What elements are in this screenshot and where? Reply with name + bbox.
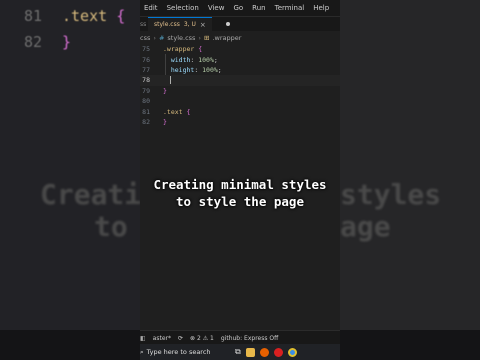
background-line-number: 82 (23, 33, 42, 51)
background-caption-left-2: to s (94, 210, 140, 243)
file-explorer-icon[interactable] (245, 347, 255, 357)
code-line[interactable]: 80 (140, 96, 340, 106)
code-line[interactable]: 75 .wrapper { (140, 44, 340, 54)
caption-line-1: Creating minimal styles (153, 177, 327, 192)
line-number: 78 (142, 76, 150, 85)
background-caption-left-1: Creati (40, 178, 140, 211)
line-number: 82 (142, 117, 150, 126)
background-left: 81 .text { 82} Creati to s (0, 0, 140, 360)
line-number: 77 (142, 65, 150, 74)
tab-bar: ss style.css 3, U × (140, 17, 340, 31)
previous-tab-label[interactable]: ss (140, 17, 148, 31)
selector-icon: ⊞ (204, 34, 210, 42)
code-token: { (198, 45, 203, 54)
code-token: 100% (198, 55, 214, 64)
chevron-right-icon: › (198, 34, 202, 42)
code-token: ; (217, 65, 222, 74)
close-icon[interactable]: × (200, 21, 206, 29)
menu-view[interactable]: View (208, 4, 225, 12)
tab-status: 3, U (183, 21, 196, 28)
background-taskbar-left (0, 330, 140, 360)
unsaved-dot-icon (225, 22, 230, 26)
caption-line-2: to style the page (176, 194, 304, 209)
code-token: } (163, 117, 167, 126)
line-number: 81 (142, 107, 150, 116)
background-caption-right-2: age (340, 210, 391, 243)
code-line[interactable]: 82} (140, 117, 340, 127)
code-token: : (190, 55, 199, 64)
background-line-number: 81 (23, 7, 42, 25)
search-icon: ⌕ (140, 347, 144, 356)
tab-style-css[interactable]: style.css 3, U × (148, 17, 212, 31)
code-token: .wrapper (163, 45, 199, 54)
opera-icon[interactable] (273, 347, 283, 357)
background-brace: } (62, 33, 72, 51)
css-file-icon: # (158, 34, 165, 42)
sync-icon[interactable]: ⟳ (178, 335, 183, 342)
menu-edit[interactable]: Edit (144, 4, 158, 12)
status-bar: ◧ aster* ⟳ ⊗ 2 ⚠ 1 github: Express Off (140, 330, 340, 345)
windows-taskbar: ⌕ Type here to search ⧉ (140, 344, 340, 360)
code-token: : (194, 65, 203, 74)
tab-filename: style.css (154, 21, 180, 28)
error-icon: ⊗ (190, 334, 196, 342)
background-code: 81 .text { 82} (0, 3, 125, 55)
code-token: ; (213, 55, 218, 64)
code-token: } (163, 86, 167, 95)
menu-run[interactable]: Run (252, 4, 265, 12)
code-token: width (163, 55, 191, 64)
line-number: 76 (142, 55, 150, 64)
menu-selection[interactable]: Selection (167, 4, 199, 12)
menu-bar: Edit Selection View Go Run Terminal Help (140, 0, 340, 17)
video-caption: Creating minimal styles to style the pag… (140, 176, 340, 210)
background-caption-right-1: styles (340, 178, 442, 211)
chevron-right-icon: › (153, 34, 156, 42)
branch-name[interactable]: aster* (153, 335, 171, 342)
code-line[interactable]: 78 (140, 75, 340, 86)
error-count: 2 (196, 334, 201, 342)
line-number: 79 (142, 86, 150, 95)
search-placeholder: Type here to search (146, 348, 211, 356)
breadcrumb-file[interactable]: style.css (167, 34, 195, 42)
code-line[interactable]: 77 height: 100%; (140, 65, 340, 75)
code-token: { (186, 107, 191, 116)
breadcrumb-folder[interactable]: css (140, 34, 150, 42)
problems-indicator[interactable]: ⊗ 2 ⚠ 1 (190, 335, 214, 342)
line-number: 80 (142, 97, 150, 106)
menu-terminal[interactable]: Terminal (275, 4, 305, 12)
background-line-81: 81 .text { (0, 3, 125, 29)
background-line-82: 82} (0, 29, 125, 55)
menu-go[interactable]: Go (233, 4, 243, 12)
remote-icon[interactable]: ◧ (140, 335, 146, 342)
line-number: 75 (142, 45, 150, 54)
firefox-icon[interactable] (259, 347, 269, 357)
code-token: .text (163, 107, 187, 116)
text-cursor (170, 76, 171, 85)
code-line[interactable]: 79} (140, 86, 340, 96)
github-status[interactable]: github: Express Off (221, 335, 278, 342)
breadcrumb: css › # style.css › ⊞ .wrapper (140, 31, 340, 45)
code-token: 100% (202, 65, 218, 74)
background-brace: { (116, 7, 126, 25)
code-token: height (163, 65, 195, 74)
breadcrumb-symbol[interactable]: .wrapper (212, 34, 241, 42)
code-line[interactable]: 81 .text { (140, 106, 340, 116)
code-line[interactable]: 76 width: 100%; (140, 54, 340, 64)
background-taskbar-right (340, 330, 480, 360)
menu-help[interactable]: Help (313, 4, 329, 12)
warning-icon: ⚠ (202, 334, 209, 342)
warning-count: 1 (210, 334, 214, 342)
background-right: styles age (340, 0, 480, 360)
editor-window: Edit Selection View Go Run Terminal Help… (140, 0, 340, 360)
task-view-icon[interactable]: ⧉ (235, 347, 241, 357)
taskbar-search[interactable]: ⌕ Type here to search (140, 348, 230, 357)
chrome-icon[interactable] (287, 347, 297, 357)
background-selector: .text (62, 7, 117, 25)
